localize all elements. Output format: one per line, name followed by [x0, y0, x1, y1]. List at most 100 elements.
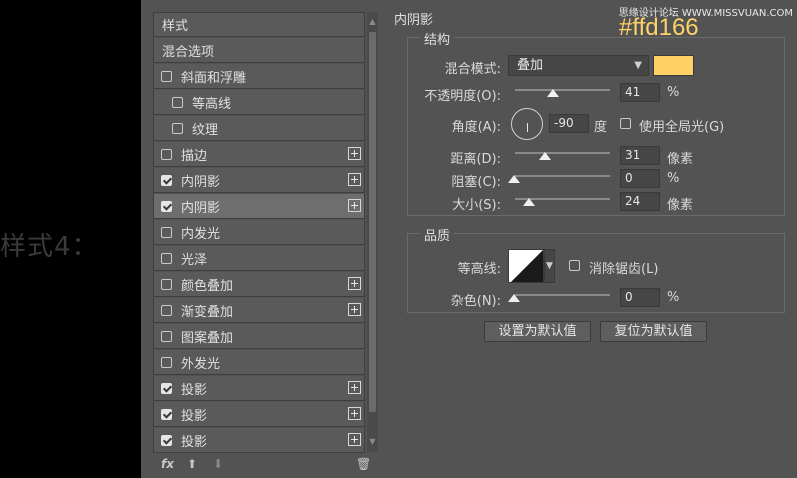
list-scrollbar[interactable]: ▲ ▼ — [367, 12, 378, 452]
panel-title: 内阴影 — [394, 13, 434, 28]
effect-label: 图案叠加 — [181, 330, 234, 346]
blend-options-label: 混合选项 — [162, 44, 215, 60]
opacity-slider-knob[interactable] — [547, 89, 559, 97]
effect-checkbox[interactable] — [161, 175, 172, 186]
fx-menu-icon[interactable]: fx — [161, 457, 174, 471]
list-item[interactable]: 颜色叠加 — [153, 272, 365, 297]
choke-slider-knob[interactable] — [508, 175, 520, 183]
effect-checkbox[interactable] — [161, 305, 172, 316]
angle-dial[interactable] — [511, 108, 543, 140]
scroll-up-icon[interactable]: ▲ — [368, 17, 377, 26]
choke-slider-track[interactable] — [515, 175, 610, 177]
effect-label: 内发光 — [181, 226, 221, 242]
noise-slider-knob[interactable] — [508, 294, 520, 302]
add-effect-icon[interactable] — [348, 381, 361, 394]
add-effect-icon[interactable] — [348, 173, 361, 186]
opacity-field[interactable]: 41 — [620, 83, 660, 102]
effect-checkbox[interactable] — [161, 227, 172, 238]
effect-label: 纹理 — [192, 122, 219, 138]
choke-field[interactable]: 0 — [620, 169, 660, 188]
add-effect-icon[interactable] — [348, 277, 361, 290]
opacity-label: 不透明度(O): — [424, 89, 501, 104]
list-header-styles[interactable]: 样式 — [153, 12, 365, 37]
contour-curve-icon — [511, 250, 543, 282]
effect-checkbox[interactable] — [161, 201, 172, 212]
choke-unit: % — [667, 171, 680, 186]
effect-checkbox[interactable] — [161, 409, 172, 420]
distance-field[interactable]: 31 — [620, 146, 660, 165]
size-slider-knob[interactable] — [523, 198, 535, 206]
effect-checkbox[interactable] — [161, 253, 172, 264]
size-label: 大小(S): — [452, 198, 501, 213]
add-effect-icon[interactable] — [348, 147, 361, 160]
opacity-slider-track[interactable] — [515, 89, 610, 91]
effect-checkbox[interactable] — [161, 435, 172, 446]
choke-label: 阻塞(C): — [451, 175, 501, 190]
global-light-checkbox[interactable] — [620, 118, 631, 129]
effect-checkbox[interactable] — [172, 123, 183, 134]
list-item-blend-options[interactable]: 混合选项 — [153, 38, 365, 63]
trash-icon[interactable]: 🗑 — [356, 457, 371, 471]
list-item[interactable]: 内发光 — [153, 220, 365, 245]
add-effect-icon[interactable] — [348, 303, 361, 316]
effect-checkbox[interactable] — [161, 149, 172, 160]
effect-label: 颜色叠加 — [181, 278, 234, 294]
list-item[interactable]: 等高线 — [153, 90, 365, 115]
contour-dropdown-icon[interactable]: ▼ — [544, 249, 555, 283]
list-item[interactable]: 图案叠加 — [153, 324, 365, 349]
effect-label: 投影 — [181, 408, 208, 424]
contour-label: 等高线: — [457, 262, 501, 277]
noise-slider-track[interactable] — [515, 294, 610, 296]
add-effect-icon[interactable] — [348, 433, 361, 446]
contour-preview[interactable] — [508, 249, 544, 283]
distance-unit: 像素 — [667, 152, 694, 167]
list-item[interactable]: 投影 — [153, 402, 365, 427]
effect-checkbox[interactable] — [161, 71, 172, 82]
list-item[interactable]: 投影 — [153, 376, 365, 401]
effect-checkbox[interactable] — [161, 279, 172, 290]
list-item[interactable]: 外发光 — [153, 350, 365, 375]
blend-mode-select[interactable]: 叠加 ▼ — [508, 55, 649, 76]
shadow-color-swatch[interactable] — [653, 55, 694, 76]
style-caption: 样式4： — [0, 232, 99, 262]
list-item[interactable]: 光泽 — [153, 246, 365, 271]
style-list: 样式 混合选项 斜面和浮雕 等高线 纹理 描边 内阴影 内阴影 内发光 光泽 颜色叠加 渐变叠加图… — [153, 12, 378, 453]
list-item[interactable]: 斜面和浮雕 — [153, 64, 365, 89]
move-down-icon[interactable]: ⬇ — [213, 457, 223, 471]
global-light-label: 使用全局光(G) — [639, 120, 725, 135]
move-up-icon[interactable]: ⬆ — [187, 457, 197, 471]
list-header-label: 样式 — [162, 19, 189, 34]
list-item[interactable]: 渐变叠加 — [153, 298, 365, 323]
effect-checkbox[interactable] — [161, 357, 172, 368]
effect-label: 描边 — [181, 148, 208, 164]
noise-field[interactable]: 0 — [620, 288, 660, 307]
effect-checkbox[interactable] — [172, 97, 183, 108]
reset-default-button[interactable]: 复位为默认值 — [600, 321, 707, 342]
add-effect-icon[interactable] — [348, 407, 361, 420]
list-toolbar: fx ⬆ ⬇ 🗑 — [153, 456, 378, 476]
add-effect-icon[interactable] — [348, 199, 361, 212]
antialias-checkbox[interactable] — [569, 260, 580, 271]
list-item[interactable]: 投影 — [153, 428, 365, 453]
angle-field[interactable]: -90 — [549, 114, 589, 133]
antialias-label: 消除锯齿(L) — [589, 262, 659, 277]
size-field[interactable]: 24 — [620, 192, 660, 211]
list-item[interactable]: 描边 — [153, 142, 365, 167]
effect-label: 斜面和浮雕 — [181, 70, 247, 86]
effect-label: 内阴影 — [181, 174, 221, 190]
list-item[interactable]: 内阴影 — [153, 168, 365, 193]
scroll-down-icon[interactable]: ▼ — [368, 437, 377, 446]
distance-label: 距离(D): — [450, 152, 501, 167]
quality-title: 品质 — [420, 225, 455, 244]
distance-slider-knob[interactable] — [539, 152, 551, 160]
scroll-thumb[interactable] — [369, 32, 376, 412]
list-item[interactable]: 纹理 — [153, 116, 365, 141]
effect-checkbox[interactable] — [161, 331, 172, 342]
noise-label: 杂色(N): — [450, 294, 501, 309]
watermark: 思缘设计论坛 WWW.MISSVUAN.COM — [618, 8, 793, 19]
distance-slider-track[interactable] — [515, 152, 610, 154]
set-default-button[interactable]: 设置为默认值 — [484, 321, 591, 342]
effect-checkbox[interactable] — [161, 383, 172, 394]
list-item[interactable]: 内阴影 — [153, 194, 365, 219]
blend-mode-value: 叠加 — [517, 58, 544, 73]
